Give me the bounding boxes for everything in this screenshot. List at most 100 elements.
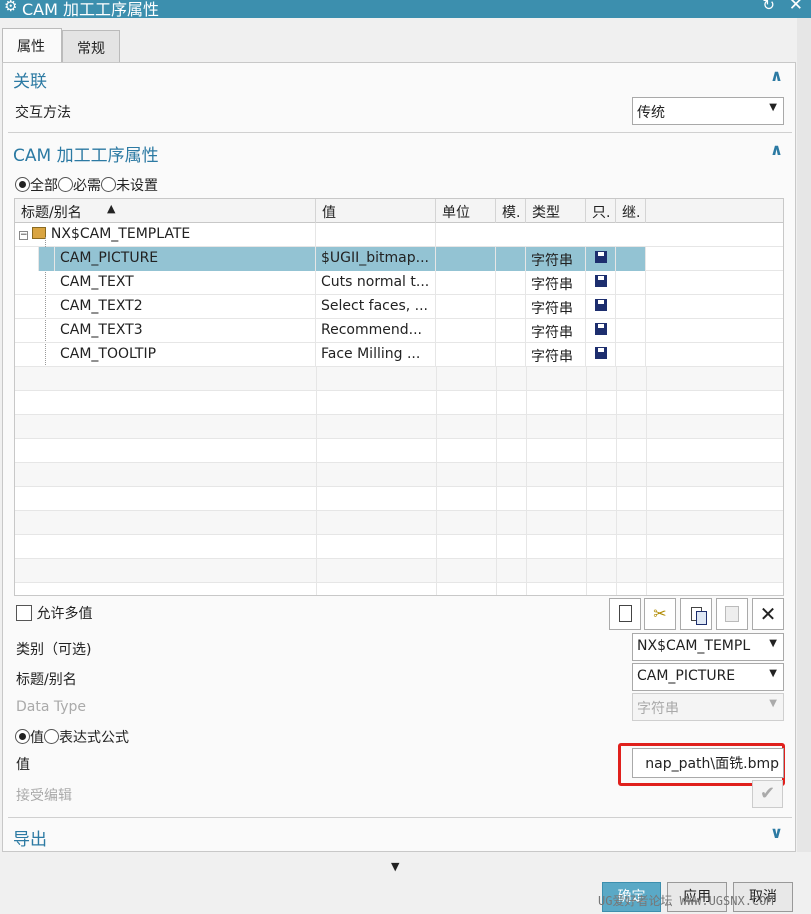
row-readonly [586,343,616,367]
table-row[interactable]: CAM_TEXT2 Select faces, ... 字符串 [15,295,783,319]
table-row[interactable]: CAM_TOOLTIP Face Milling ... 字符串 [15,343,783,367]
expression-mode-radio[interactable] [44,729,59,744]
gear-icon: ⚙ [4,0,18,15]
tab-properties[interactable]: 属性 [2,28,62,63]
row-value: Recommend... [316,319,436,343]
dropdown-arrow-icon: ▼ [769,668,777,679]
filter-unset-label[interactable]: 未设置 [116,178,158,194]
tab-general[interactable]: 常规 [62,30,120,62]
save-icon [594,347,607,359]
more-options-icon[interactable]: ▼ [391,860,399,873]
category-select[interactable]: NX$CAM_TEMPL ▼ [632,633,784,661]
table-row[interactable]: CAM_TEXT Cuts normal t... 字符串 [15,271,783,295]
tree-indent [15,247,39,271]
paste-icon[interactable] [716,598,748,630]
table-row[interactable]: CAM_PICTURE $UGII_bitmap... 字符串 [15,247,783,271]
filter-required-radio[interactable] [58,177,73,192]
copy-icon[interactable] [680,598,712,630]
row-type: 字符串 [526,343,586,367]
accept-edit-label: 接受编辑 [16,788,72,804]
row-readonly [586,295,616,319]
row-value: Cuts normal t... [316,271,436,295]
allow-multi-checkbox-group[interactable]: 允许多值 [16,603,92,623]
tree-root-cell[interactable]: − NX$CAM_TEMPLATE [15,223,316,247]
column-header-readonly[interactable]: 只. [586,199,616,223]
new-icon[interactable] [609,598,641,630]
value-mode-radio-group: 值表达式公式 [15,727,129,747]
row-unit [436,319,496,343]
empty-row [15,463,783,487]
collapse-icon[interactable]: ∧ [770,140,783,159]
row-mode [496,319,526,343]
allow-multi-checkbox[interactable] [16,605,32,621]
row-type: 字符串 [526,247,586,271]
close-icon[interactable]: ✕ [789,0,803,15]
tree-indent [39,247,55,271]
row-inherit [616,247,646,271]
delete-icon[interactable]: ✕ [752,598,784,630]
column-header-title[interactable]: 标题/别名 ▲ [15,199,316,223]
dropdown-arrow-icon: ▼ [769,698,777,709]
column-header-inherit[interactable]: 继. [616,199,646,223]
data-type-label: Data Type [16,699,87,715]
scrollbar-strip[interactable] [797,18,811,852]
collapse-tree-icon[interactable]: − [19,231,28,240]
expression-mode-label[interactable]: 表达式公式 [59,730,129,746]
value-label: 值 [16,757,30,773]
filter-all-label[interactable]: 全部 [30,178,58,194]
row-inherit [616,319,646,343]
allow-multi-label: 允许多值 [36,606,93,622]
column-header-type[interactable]: 类型 [526,199,586,223]
table-row-root[interactable]: − NX$CAM_TEMPLATE [15,223,783,247]
empty-row [15,559,783,583]
column-header-mode[interactable]: 模. [496,199,526,223]
empty-row [15,367,783,391]
section-export-title[interactable]: 导出 [13,825,47,850]
empty-row [15,583,783,595]
column-divider [646,367,647,595]
title-alias-value: CAM_PICTURE [637,668,736,684]
category-label: 类别（可选) [16,642,92,658]
dropdown-arrow-icon: ▼ [769,638,777,649]
row-name: CAM_PICTURE [55,247,316,271]
filter-unset-radio[interactable] [101,177,116,192]
watermark-text: UG爱好者论坛 WWW.UGSNX.COM [598,894,774,908]
collapse-icon[interactable]: ∧ [770,66,783,85]
expand-icon[interactable]: ∨ [770,823,783,842]
column-divider [316,367,317,595]
row-inherit [616,271,646,295]
window-title: CAM 加工工序属性 [22,0,160,19]
table-row[interactable]: CAM_TEXT3 Recommend... 字符串 [15,319,783,343]
dropdown-arrow-icon: ▼ [769,102,777,113]
row-value: $UGII_bitmap... [316,247,436,271]
filter-all-radio[interactable] [15,177,30,192]
empty-row [15,415,783,439]
title-alias-select[interactable]: CAM_PICTURE ▼ [632,663,784,691]
filter-required-label[interactable]: 必需 [73,178,101,194]
section-association-title[interactable]: 关联 [13,67,47,92]
title-alias-label: 标题/别名 [16,672,77,688]
table-header: 标题/别名 ▲ 值 单位 模. 类型 只. 继. [15,199,783,223]
row-unit [436,295,496,319]
empty-row [15,511,783,535]
row-type: 字符串 [526,271,586,295]
properties-table: 标题/别名 ▲ 值 单位 模. 类型 只. 继. − NX$CAM_TEMPLA… [14,198,784,596]
row-unit [436,247,496,271]
save-icon [594,275,607,287]
column-header-unit[interactable]: 单位 [436,199,496,223]
reset-icon[interactable]: ↻ [762,0,775,14]
value-mode-radio[interactable] [15,729,30,744]
interaction-method-select[interactable]: 传统 ▼ [632,97,784,125]
row-value: Select faces, ... [316,295,436,319]
value-input[interactable]: nap_path\面铣.bmp [632,748,784,778]
section-cam-properties-title[interactable]: CAM 加工工序属性 [13,141,159,166]
column-header-value[interactable]: 值 [316,199,436,223]
category-value: NX$CAM_TEMPL [637,638,751,654]
value-mode-label[interactable]: 值 [30,730,44,746]
tree-root-label: NX$CAM_TEMPLATE [50,226,191,242]
cut-icon[interactable]: ✂ [644,598,676,630]
row-mode [496,247,526,271]
row-type: 字符串 [526,295,586,319]
divider [8,132,792,133]
column-divider [586,367,587,595]
